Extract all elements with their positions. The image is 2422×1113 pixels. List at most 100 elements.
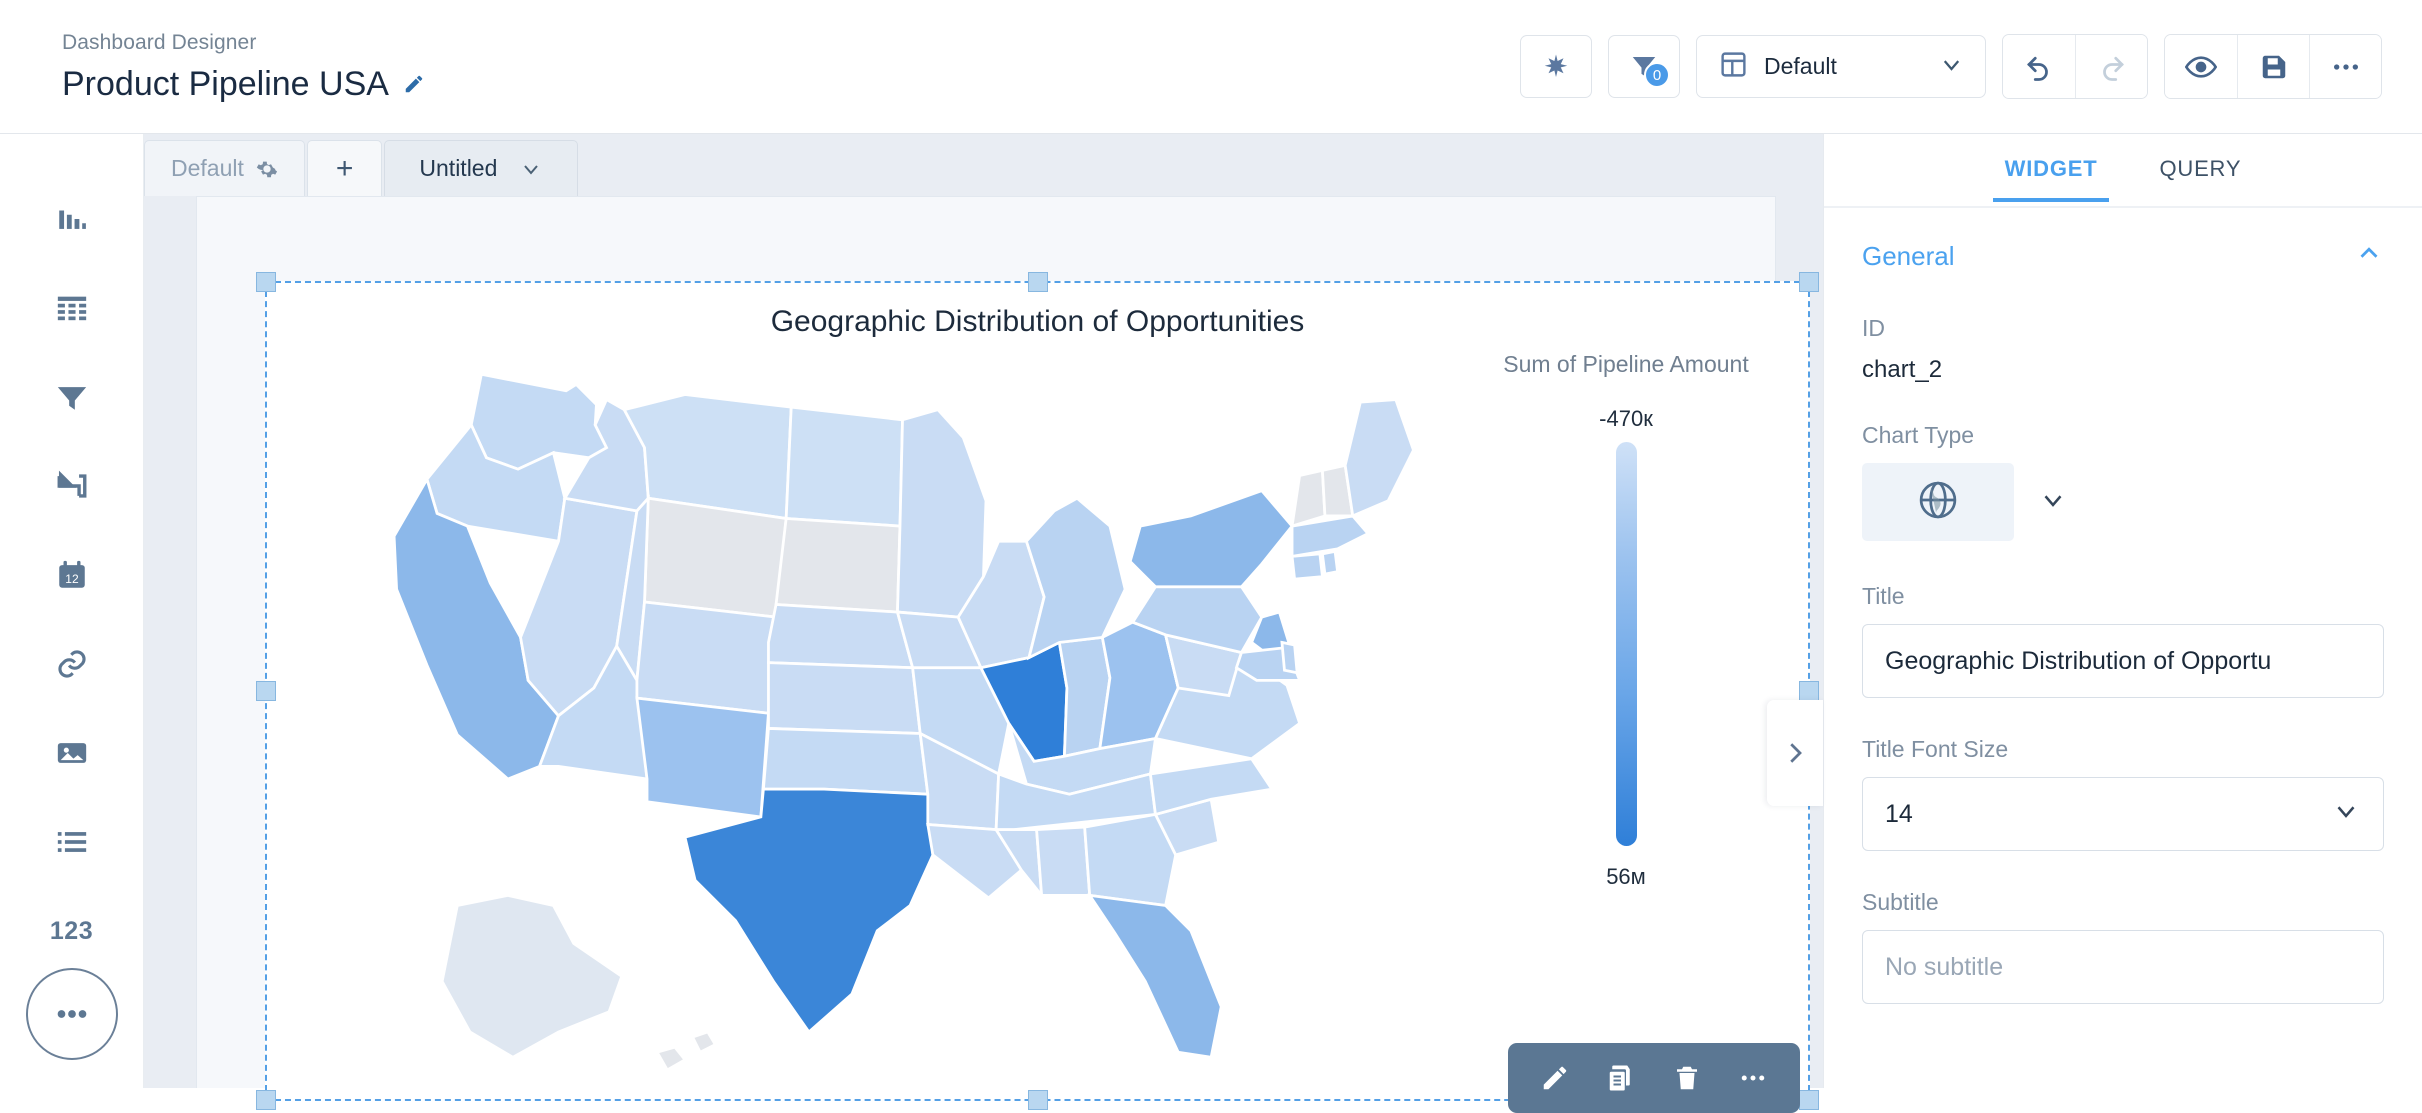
rail-item-number[interactable]: 123 <box>37 896 107 966</box>
resize-handle-top-center[interactable] <box>1027 272 1048 292</box>
more-options-button[interactable] <box>2309 35 2381 98</box>
filter-count-badge: 0 <box>1644 62 1670 88</box>
layout-select[interactable]: Default <box>1696 35 1986 98</box>
canvas-sheet[interactable]: Geographic Distribution of Opportunities <box>196 196 1819 1113</box>
chevron-down-icon[interactable] <box>519 157 543 181</box>
rail-more-button[interactable] <box>26 968 118 1060</box>
header-toolbar: 0 Default <box>1520 34 2386 99</box>
chart-type-label: Chart Type <box>1862 422 1975 448</box>
state-TX <box>683 787 935 1035</box>
preview-button[interactable] <box>2165 35 2237 98</box>
chart-type-chevron-icon[interactable] <box>2038 485 2068 520</box>
123-icon: 123 <box>49 916 94 945</box>
state-NE <box>767 603 915 670</box>
breadcrumb: Dashboard Designer <box>62 31 257 54</box>
canvas-area: Default + Untitled Geographic Distributi… <box>144 134 1823 1113</box>
id-label: ID <box>1862 315 1885 341</box>
resize-handle-bottom-right[interactable] <box>1799 1090 1819 1110</box>
tab-default-label: Default <box>171 155 244 181</box>
legend-title: Sum of Pipeline Amount <box>1503 351 1749 377</box>
state-ME <box>1343 398 1415 518</box>
layout-grid-icon <box>1719 50 1748 84</box>
rail-item-filter[interactable] <box>37 362 107 432</box>
chart-type-button[interactable] <box>1862 463 2014 541</box>
chevron-down-icon <box>1938 51 1965 83</box>
pencil-icon[interactable] <box>403 73 425 95</box>
app-header: Dashboard Designer Product Pipeline USA … <box>0 0 2422 134</box>
rail-item-chart[interactable] <box>37 184 107 254</box>
resize-handle-top-left[interactable] <box>256 272 276 292</box>
page-title: Product Pipeline USA <box>62 65 389 103</box>
legend-min-label: 56м <box>1606 864 1646 889</box>
resize-handle-middle-right[interactable] <box>1799 681 1819 701</box>
title-font-size-value: 14 <box>1885 799 1913 828</box>
title-font-size-select[interactable]: 14 <box>1862 777 2384 851</box>
widget-rail: 12 123 <box>0 134 144 1088</box>
state-WA <box>469 372 609 471</box>
widget-action-toolbar <box>1508 1043 1800 1113</box>
chart-title: Geographic Distribution of Opportunities <box>770 305 1305 338</box>
state-AK <box>440 893 624 1059</box>
svg-text:12: 12 <box>65 572 79 586</box>
id-value: chart_2 <box>1862 356 1943 383</box>
rail-item-list[interactable] <box>37 807 107 877</box>
widget-duplicate-button[interactable] <box>1592 1049 1650 1107</box>
rail-item-date[interactable]: 12 <box>37 540 107 610</box>
rail-item-image[interactable] <box>37 718 107 788</box>
tab-query[interactable]: QUERY <box>2147 152 2253 198</box>
rail-item-link[interactable] <box>37 629 107 699</box>
state-WY <box>643 496 788 619</box>
redo-button[interactable] <box>2075 35 2147 98</box>
state-CO <box>635 600 778 715</box>
panel-collapse-handle[interactable] <box>1767 700 1823 806</box>
widget-delete-button[interactable] <box>1658 1049 1716 1107</box>
subtitle-input[interactable]: No subtitle <box>1862 930 2384 1004</box>
add-tab-label: + <box>335 151 354 185</box>
rail-item-table[interactable] <box>37 273 107 343</box>
chevron-up-icon[interactable] <box>2354 238 2384 275</box>
chart-type-row <box>1862 463 2384 541</box>
subtitle-label: Subtitle <box>1862 889 1939 915</box>
widget-edit-button[interactable] <box>1526 1049 1584 1107</box>
tab-untitled-label: Untitled <box>419 155 498 181</box>
gear-icon[interactable] <box>256 158 278 180</box>
state-HI2 <box>690 1030 718 1055</box>
widget-more-button[interactable] <box>1724 1049 1782 1107</box>
save-button[interactable] <box>2237 35 2309 98</box>
history-button-group <box>2002 34 2148 99</box>
state-ND <box>784 405 904 528</box>
state-RI <box>1320 549 1340 576</box>
tab-default[interactable]: Default <box>144 140 305 196</box>
map-legend: Sum of Pipeline Amount -470к 56м <box>1476 351 1776 890</box>
title-block: Dashboard Designer Product Pipeline USA <box>36 28 425 105</box>
usa-choropleth-map[interactable] <box>267 349 1557 1099</box>
chevron-down-icon <box>2331 796 2361 833</box>
state-VT <box>1290 468 1327 529</box>
actions-button-group <box>2164 34 2382 99</box>
panel-body: General ID chart_2 Chart Type Title Geog… <box>1824 208 2422 1004</box>
properties-panel: WIDGET QUERY General ID chart_2 Chart Ty… <box>1823 134 2422 1088</box>
state-AL <box>1035 825 1092 897</box>
undo-button[interactable] <box>2003 35 2075 98</box>
resize-handle-top-right[interactable] <box>1799 272 1819 292</box>
state-KS <box>767 661 922 735</box>
ai-assist-button[interactable] <box>1520 35 1592 98</box>
globe-icon <box>1916 478 1960 527</box>
tab-widget[interactable]: WIDGET <box>1992 152 2110 202</box>
state-OK <box>761 726 930 796</box>
state-CT <box>1290 552 1324 581</box>
title-input[interactable]: Geographic Distribution of Opportu <box>1862 624 2384 698</box>
add-tab-button[interactable]: + <box>306 140 383 196</box>
panel-tabs: WIDGET QUERY <box>1824 134 2422 208</box>
state-SD <box>774 517 902 614</box>
rail-item-input[interactable] <box>37 451 107 521</box>
dashboard-tabstrip: Default + Untitled <box>144 134 1823 196</box>
map-widget[interactable]: Geographic Distribution of Opportunities <box>256 272 1819 1113</box>
tab-untitled[interactable]: Untitled <box>384 140 579 196</box>
state-NM <box>635 696 770 819</box>
section-general-label: General <box>1862 241 1955 271</box>
state-DE <box>1280 640 1299 675</box>
section-general[interactable]: General <box>1862 238 2384 275</box>
legend-color-bar <box>1615 442 1637 846</box>
filter-button[interactable]: 0 <box>1608 35 1680 98</box>
